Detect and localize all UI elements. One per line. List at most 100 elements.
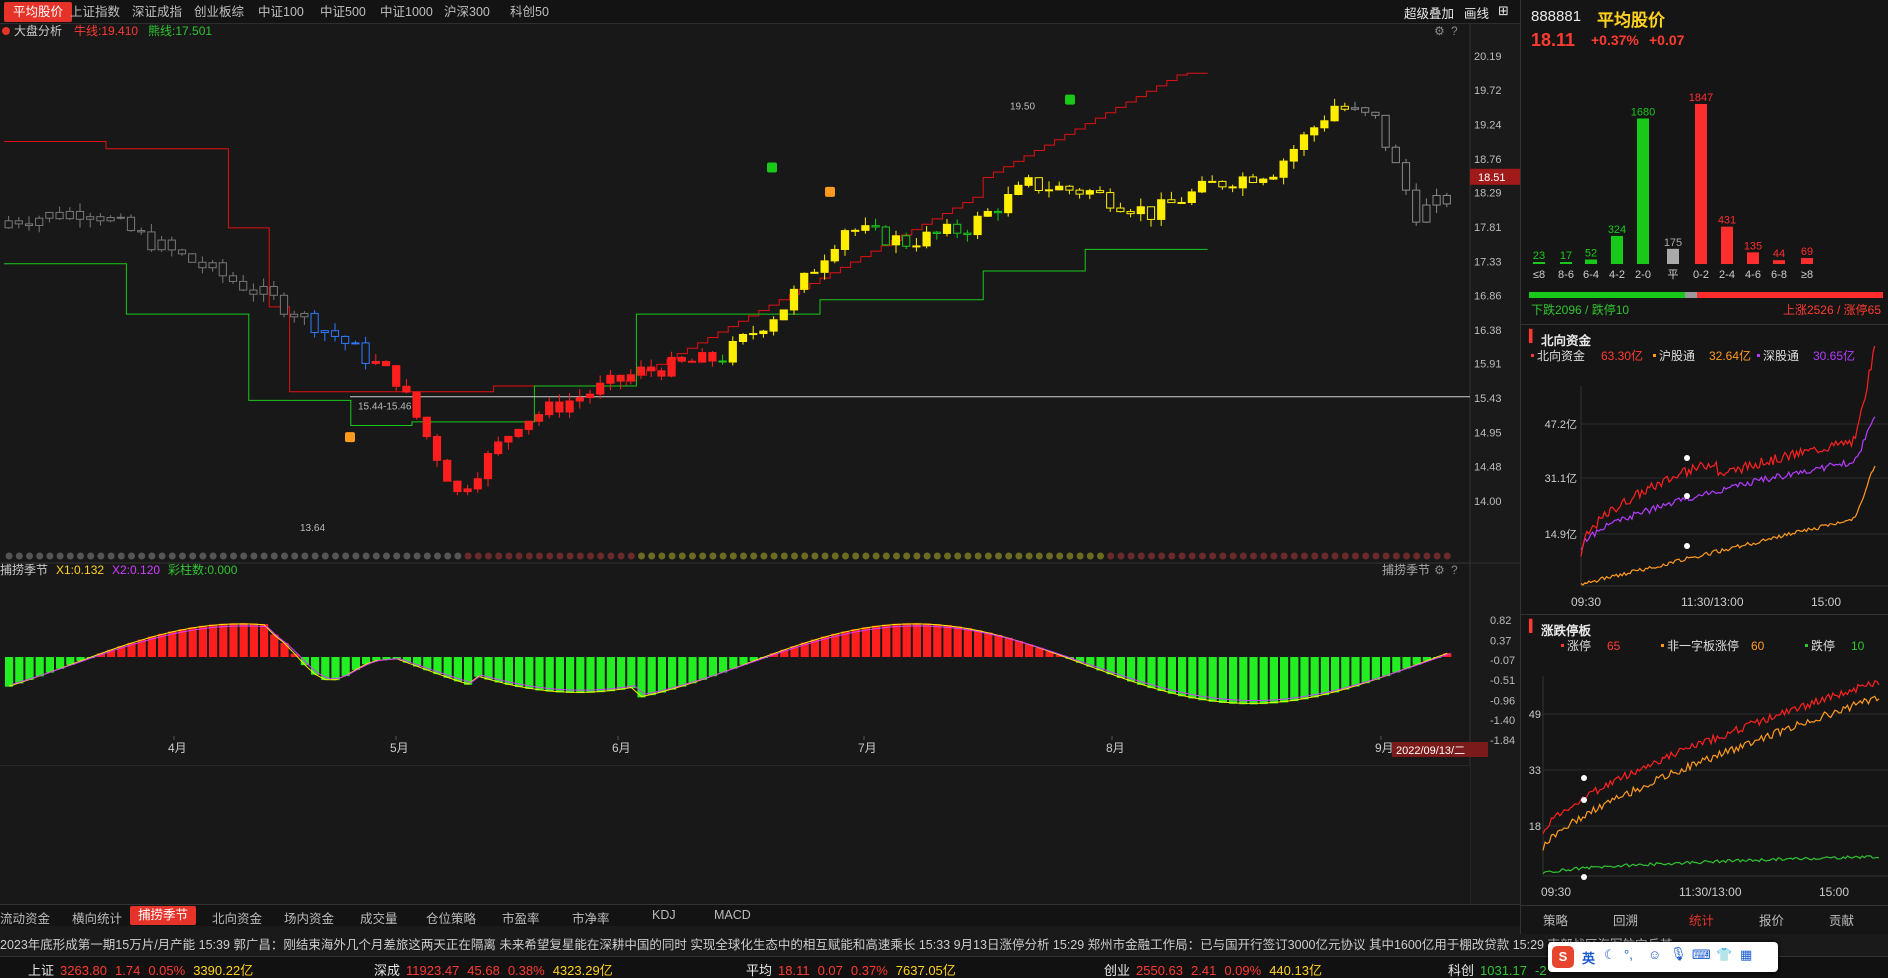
signal-dot bbox=[954, 552, 962, 560]
punctuation-icon[interactable]: °, bbox=[1624, 947, 1633, 962]
index-tab-1[interactable]: 上证指数 bbox=[70, 2, 120, 22]
down-count-text: 下跌2096 / 跌停10 bbox=[1531, 302, 1629, 317]
right-tab-4[interactable]: 贡献 bbox=[1829, 910, 1854, 929]
indicator-tab-10[interactable]: MACD bbox=[714, 908, 751, 922]
help-icon[interactable]: ? bbox=[1451, 24, 1458, 38]
indicator-tab-0[interactable]: 流动资金 bbox=[0, 908, 50, 927]
right-tab-0[interactable]: 策略 bbox=[1543, 910, 1568, 929]
ime-lang-toggle[interactable]: 英 bbox=[1582, 948, 1595, 967]
indicator-tab-3[interactable]: 北向资金 bbox=[212, 908, 262, 927]
indicator-tab-5[interactable]: 成交量 bbox=[360, 908, 398, 927]
sub-help-icon[interactable]: ? bbox=[1451, 563, 1458, 577]
signal-dot bbox=[1362, 552, 1370, 560]
oscillator-bar bbox=[1290, 656, 1299, 702]
indicator-tab-1[interactable]: 横向统计 bbox=[72, 908, 122, 927]
oscillator-bar bbox=[923, 623, 932, 657]
month-label: 9月 bbox=[1375, 741, 1394, 755]
signal-dot bbox=[1188, 552, 1196, 560]
oscillator-bar bbox=[474, 656, 483, 677]
dist-bar bbox=[1533, 262, 1545, 264]
index-tab-0[interactable]: 平均股价 bbox=[4, 2, 73, 22]
indicator-tab-6[interactable]: 仓位策略 bbox=[426, 908, 476, 927]
index-tab-7[interactable]: 沪深300 bbox=[444, 2, 490, 22]
dist-bar-label: 0-2 bbox=[1693, 269, 1709, 281]
stock-code: 888881 bbox=[1531, 8, 1582, 25]
oscillator-bar bbox=[576, 656, 585, 694]
sub-axis-label: -0.51 bbox=[1490, 675, 1515, 687]
sogou-logo-icon[interactable]: S bbox=[1552, 946, 1574, 968]
news-text[interactable]: 2023年底形成第一期15万片/月产能 15:39 郭广昌：刚结束海外几个月差旅… bbox=[0, 938, 1672, 952]
layout-grid-icon[interactable]: ⊞ bbox=[1498, 3, 1509, 19]
emoji-icon[interactable]: ☺ bbox=[1648, 947, 1661, 962]
status-item-4[interactable]: 科创 1031.17 -2 bbox=[1448, 960, 1563, 978]
super-overlay-button[interactable]: 超级叠加 bbox=[1404, 3, 1454, 22]
oscillator-bar bbox=[249, 623, 258, 657]
index-tab-6[interactable]: 中证1000 bbox=[380, 2, 433, 22]
bear-line-label: 熊线:17.501 bbox=[148, 24, 212, 38]
sub-indicator-label: 捕捞季节 bbox=[1382, 562, 1430, 577]
limit-legend-value: 60 bbox=[1751, 639, 1765, 653]
oscillator-bar bbox=[596, 656, 605, 693]
low-price-label: 13.64 bbox=[300, 523, 325, 534]
indicator-tab-7[interactable]: 市盈率 bbox=[502, 908, 540, 927]
status-item-3[interactable]: 创业 2550.63 2.41 0.09% 440.13亿 bbox=[1104, 960, 1322, 978]
dist-bar bbox=[1667, 248, 1679, 264]
index-tab-5[interactable]: 中证500 bbox=[320, 2, 366, 22]
keyboard-icon[interactable]: ⌨ bbox=[1692, 947, 1711, 963]
right-tab-2[interactable]: 统计 bbox=[1689, 910, 1714, 929]
dist-bar-value: 44 bbox=[1773, 248, 1785, 260]
indicator-tab-9[interactable]: KDJ bbox=[652, 908, 676, 922]
index-tab-4[interactable]: 中证100 bbox=[258, 2, 304, 22]
index-tab-2[interactable]: 深证成指 bbox=[132, 2, 182, 22]
signal-dot bbox=[801, 552, 809, 560]
status-price: 2550.63 bbox=[1136, 963, 1184, 978]
status-item-0[interactable]: 上证 3263.80 1.74 0.05% 3390.22亿 bbox=[28, 960, 253, 978]
signal-dot bbox=[903, 552, 911, 560]
signal-dot bbox=[434, 552, 441, 560]
index-tab-8[interactable]: 科创50 bbox=[510, 2, 549, 22]
microphone-icon[interactable]: 🎙 bbox=[1670, 946, 1687, 962]
indicator-dropdown-icon[interactable] bbox=[2, 27, 10, 35]
main-chart-area[interactable]: 大盘分析 牛线:19.410 熊线:17.501 ⚙? 20.19 19.72 19.24 1… bbox=[0, 24, 1520, 904]
north-time-label: 09:30 bbox=[1571, 595, 1601, 609]
candle bbox=[973, 211, 982, 240]
signal-dot bbox=[525, 552, 533, 560]
oscillator-bar bbox=[525, 656, 534, 689]
signal-dot bbox=[740, 552, 747, 560]
indicator-tab-2[interactable]: 捕捞季节 bbox=[130, 906, 197, 925]
candle bbox=[779, 309, 788, 321]
oscillator-bar bbox=[1382, 656, 1391, 677]
month-label: 4月 bbox=[168, 741, 187, 755]
buy-signal-icon bbox=[825, 186, 835, 197]
signal-dot bbox=[158, 552, 166, 560]
signal-dot bbox=[770, 552, 778, 560]
sh-connect-line bbox=[1580, 465, 1876, 586]
signal-dot bbox=[933, 552, 941, 560]
right-panel: 888881 平均股价 18.11 +0.37% +0.07 23 ≤8 17 8-6… bbox=[1520, 0, 1888, 940]
oscillator-bar bbox=[963, 628, 972, 657]
signal-dot bbox=[342, 552, 350, 560]
signal-dot bbox=[1392, 552, 1400, 560]
skin-icon[interactable]: 👕 bbox=[1716, 947, 1732, 963]
price-axis-label: 17.33 bbox=[1474, 257, 1502, 269]
moon-icon[interactable]: ☾ bbox=[1604, 947, 1616, 963]
kline-chart[interactable]: 大盘分析 牛线:19.410 熊线:17.501 ⚙ ? 20.19 19.72 19.24 1… bbox=[0, 24, 1520, 904]
index-tab-3[interactable]: 创业板综 bbox=[194, 2, 244, 22]
dist-bar-value: 324 bbox=[1608, 224, 1626, 236]
indicator-tab-4[interactable]: 场内资金 bbox=[284, 908, 334, 927]
draw-line-button[interactable]: 画线 bbox=[1464, 3, 1489, 22]
settings-icon[interactable]: ⚙ bbox=[1434, 24, 1445, 38]
right-tab-1[interactable]: 回溯 bbox=[1613, 910, 1638, 929]
dist-bar bbox=[1611, 235, 1623, 264]
dist-bar-value: 23 bbox=[1533, 250, 1545, 262]
ime-toolbar[interactable]: S 英 ☾ °, ☺ 🎙 ⌨ 👕 ▦ bbox=[1548, 942, 1778, 972]
indicator-tab-8[interactable]: 市净率 bbox=[572, 908, 610, 927]
signal-dot bbox=[1158, 552, 1166, 560]
status-item-2[interactable]: 平均 18.11 0.07 0.37% 7637.05亿 bbox=[746, 960, 956, 978]
right-tab-3[interactable]: 报价 bbox=[1759, 910, 1784, 929]
sub-settings-icon[interactable]: ⚙ bbox=[1434, 563, 1445, 577]
limit-legend-value: 65 bbox=[1607, 639, 1621, 653]
status-item-1[interactable]: 深成 11923.47 45.68 0.38% 4323.29亿 bbox=[374, 960, 613, 978]
oscillator-bar bbox=[1178, 656, 1187, 697]
toolbox-icon[interactable]: ▦ bbox=[1740, 947, 1752, 963]
